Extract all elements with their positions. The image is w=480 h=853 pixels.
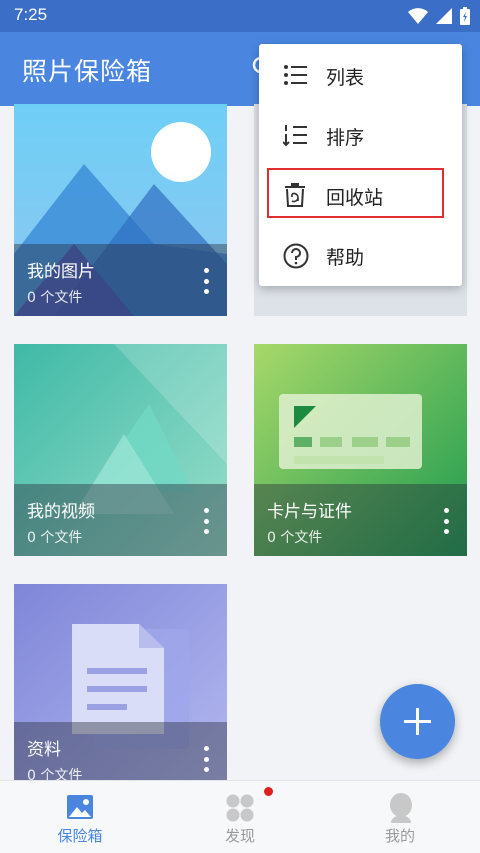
notification-badge <box>264 787 273 796</box>
album-label: 我的图片 0 个文件 <box>14 244 227 316</box>
more-options-icon[interactable] <box>199 746 213 772</box>
sort-icon <box>283 125 307 147</box>
menu-item-list[interactable]: 列表 <box>259 46 462 106</box>
add-button[interactable] <box>380 684 455 759</box>
menu-item-label: 帮助 <box>326 247 365 269</box>
album-name: 卡片与证件 <box>267 502 352 522</box>
album-card-ids[interactable]: 卡片与证件 0 个文件 <box>254 344 467 556</box>
highlight-box <box>267 168 444 218</box>
album-count: 0 个文件 <box>267 530 323 546</box>
wifi-icon <box>408 8 428 24</box>
bottom-nav: 保险箱 发现 我的 <box>0 780 480 853</box>
album-card-photos[interactable]: 我的图片 0 个文件 <box>14 104 227 316</box>
page-title: 照片保险箱 <box>22 58 153 86</box>
battery-icon <box>460 7 470 25</box>
album-label: 资料 0 个文件 <box>14 722 227 780</box>
album-name: 资料 <box>27 740 61 760</box>
more-options-icon[interactable] <box>199 268 213 294</box>
album-name: 我的视频 <box>27 502 95 522</box>
nav-item-discover[interactable]: 发现 <box>160 781 320 853</box>
help-icon <box>283 243 309 269</box>
menu-item-sort[interactable]: 排序 <box>259 106 462 166</box>
album-label: 卡片与证件 0 个文件 <box>254 484 467 556</box>
signal-icon <box>436 8 452 24</box>
overflow-menu: 列表 排序 回收站 帮助 <box>259 44 462 286</box>
nav-label: 保险箱 <box>57 827 103 845</box>
album-card-videos[interactable]: 我的视频 0 个文件 <box>14 344 227 556</box>
nav-item-vault[interactable]: 保险箱 <box>0 781 160 853</box>
apps-icon <box>226 794 254 822</box>
album-count: 0 个文件 <box>27 768 83 780</box>
menu-item-label: 列表 <box>326 67 365 89</box>
album-label: 我的视频 0 个文件 <box>14 484 227 556</box>
status-bar: 7:25 <box>0 0 480 32</box>
album-count: 0 个文件 <box>27 290 83 306</box>
status-time: 7:25 <box>14 5 48 24</box>
nav-label: 我的 <box>384 827 415 845</box>
menu-item-help[interactable]: 帮助 <box>259 226 462 286</box>
person-icon <box>390 793 412 823</box>
list-icon <box>284 65 307 85</box>
album-name: 我的图片 <box>27 262 95 282</box>
nav-item-me[interactable]: 我的 <box>320 781 480 853</box>
more-options-icon[interactable] <box>439 508 453 534</box>
nav-label: 发现 <box>224 827 255 845</box>
album-card-documents[interactable]: 资料 0 个文件 <box>14 584 227 780</box>
menu-item-label: 排序 <box>326 127 365 149</box>
more-options-icon[interactable] <box>199 508 213 534</box>
image-icon <box>67 795 93 819</box>
album-count: 0 个文件 <box>27 530 83 546</box>
